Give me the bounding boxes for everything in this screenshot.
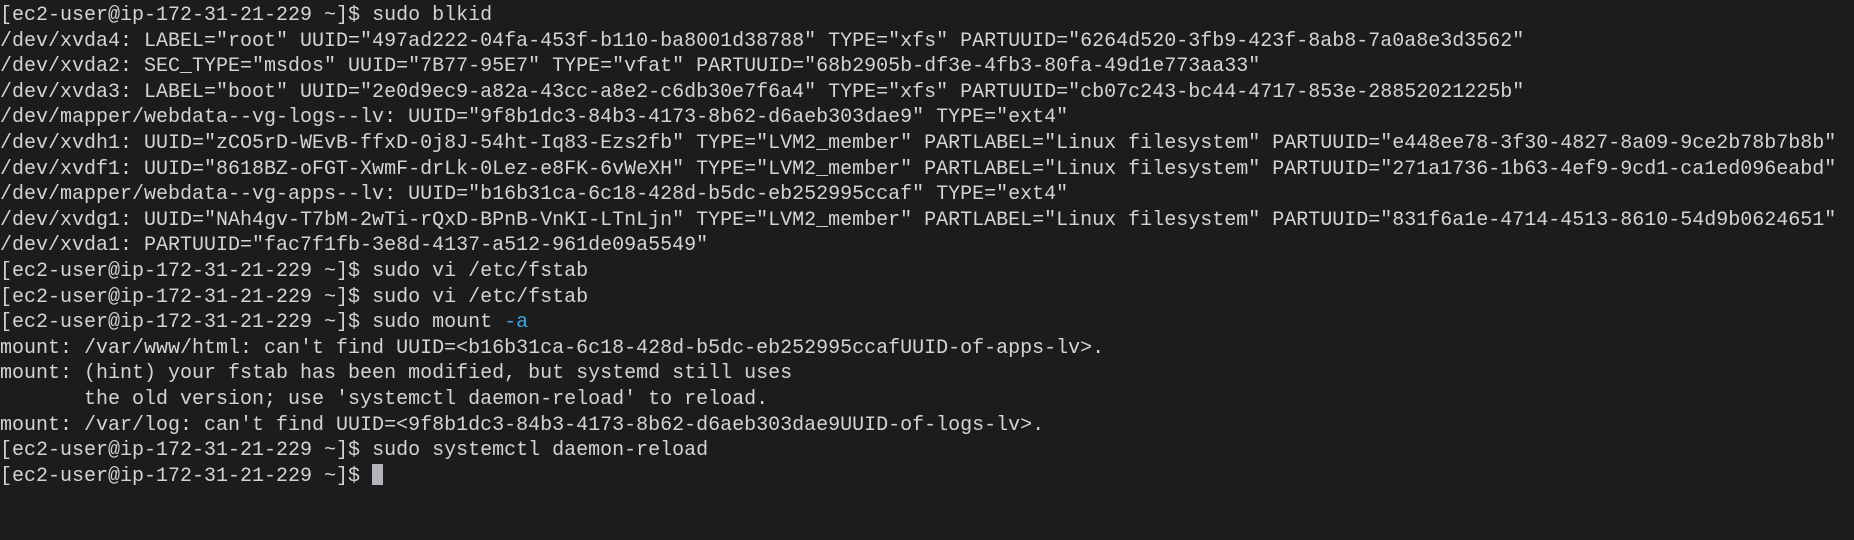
command-text: sudo vi /etc/fstab (372, 285, 589, 309)
output-text: /dev/xvda3: LABEL="boot" UUID="2e0d9ec9-… (0, 80, 1525, 104)
output-line: /dev/xvda1: PARTUUID="fac7f1fb-3e8d-4137… (0, 233, 1854, 259)
command-line: [ec2-user@ip-172-31-21-229 ~]$ sudo vi /… (0, 259, 1854, 285)
output-line: mount: /var/www/html: can't find UUID=<b… (0, 336, 1854, 362)
output-line: /dev/mapper/webdata--vg-logs--lv: UUID="… (0, 105, 1854, 131)
output-text: /dev/xvdh1: UUID="zCO5rD-WEvB-ffxD-0j8J-… (0, 131, 1837, 155)
output-line: /dev/xvda4: LABEL="root" UUID="497ad222-… (0, 29, 1854, 55)
output-text: mount: /var/log: can't find UUID=<9f8b1d… (0, 413, 1045, 437)
command-text: sudo blkid (372, 4, 493, 27)
output-text: /dev/xvda1: PARTUUID="fac7f1fb-3e8d-4137… (0, 234, 709, 258)
command-line: [ec2-user@ip-172-31-21-229 ~]$ sudo blki… (0, 3, 1854, 29)
output-line: /dev/xvda2: SEC_TYPE="msdos" UUID="7B77-… (0, 54, 1854, 80)
command-line: [ec2-user@ip-172-31-21-229 ~]$ sudo vi /… (0, 285, 1854, 311)
output-text: /dev/xvda4: LABEL="root" UUID="497ad222-… (0, 29, 1525, 53)
command-line: [ec2-user@ip-172-31-21-229 ~]$ sudo syst… (0, 438, 1854, 464)
output-text: /dev/xvda2: SEC_TYPE="msdos" UUID="7B77-… (0, 55, 1261, 79)
output-text: /dev/mapper/webdata--vg-apps--lv: UUID="… (0, 183, 1069, 207)
output-line: /dev/xvdf1: UUID="8618BZ-oFGT-XwmF-drLk-… (0, 157, 1854, 183)
output-line: /dev/xvdh1: UUID="zCO5rD-WEvB-ffxD-0j8J-… (0, 131, 1854, 157)
command-line: [ec2-user@ip-172-31-21-229 ~]$ (0, 463, 1854, 490)
output-text: mount: /var/www/html: can't find UUID=<b… (0, 336, 1105, 360)
terminal-cursor[interactable] (372, 463, 384, 485)
output-line: /dev/mapper/webdata--vg-apps--lv: UUID="… (0, 182, 1854, 208)
command-line: [ec2-user@ip-172-31-21-229 ~]$ sudo moun… (0, 310, 1854, 336)
output-text: the old version; use 'systemctl daemon-r… (0, 387, 769, 411)
shell-prompt: [ec2-user@ip-172-31-21-229 ~]$ (0, 259, 373, 283)
output-line: /dev/xvdg1: UUID="NAh4gv-T7bM-2wTi-rQxD-… (0, 208, 1854, 234)
output-line: the old version; use 'systemctl daemon-r… (0, 387, 1854, 413)
terminal-output[interactable]: [ec2-user@ip-172-31-21-229 ~]$ sudo blki… (0, 3, 1854, 540)
output-line: mount: (hint) your fstab has been modifi… (0, 361, 1854, 387)
shell-prompt: [ec2-user@ip-172-31-21-229 ~]$ (0, 4, 373, 27)
output-text: /dev/xvdg1: UUID="NAh4gv-T7bM-2wTi-rQxD-… (0, 208, 1837, 232)
output-line: /dev/xvda3: LABEL="boot" UUID="2e0d9ec9-… (0, 80, 1854, 106)
command-text: sudo vi /etc/fstab (372, 259, 589, 283)
shell-prompt: [ec2-user@ip-172-31-21-229 ~]$ (0, 439, 373, 463)
output-line: mount: /var/log: can't find UUID=<9f8b1d… (0, 413, 1854, 439)
output-text: mount: (hint) your fstab has been modifi… (0, 362, 793, 386)
shell-prompt: [ec2-user@ip-172-31-21-229 ~]$ (0, 311, 373, 335)
output-text: /dev/xvdf1: UUID="8618BZ-oFGT-XwmF-drLk-… (0, 157, 1837, 181)
command-flag: -a (504, 311, 529, 335)
output-text: /dev/mapper/webdata--vg-logs--lv: UUID="… (0, 106, 1069, 130)
shell-prompt: [ec2-user@ip-172-31-21-229 ~]$ (0, 464, 373, 488)
shell-prompt: [ec2-user@ip-172-31-21-229 ~]$ (0, 285, 373, 309)
command-text: sudo mount (372, 311, 505, 335)
command-text: sudo systemctl daemon-reload (372, 439, 709, 463)
